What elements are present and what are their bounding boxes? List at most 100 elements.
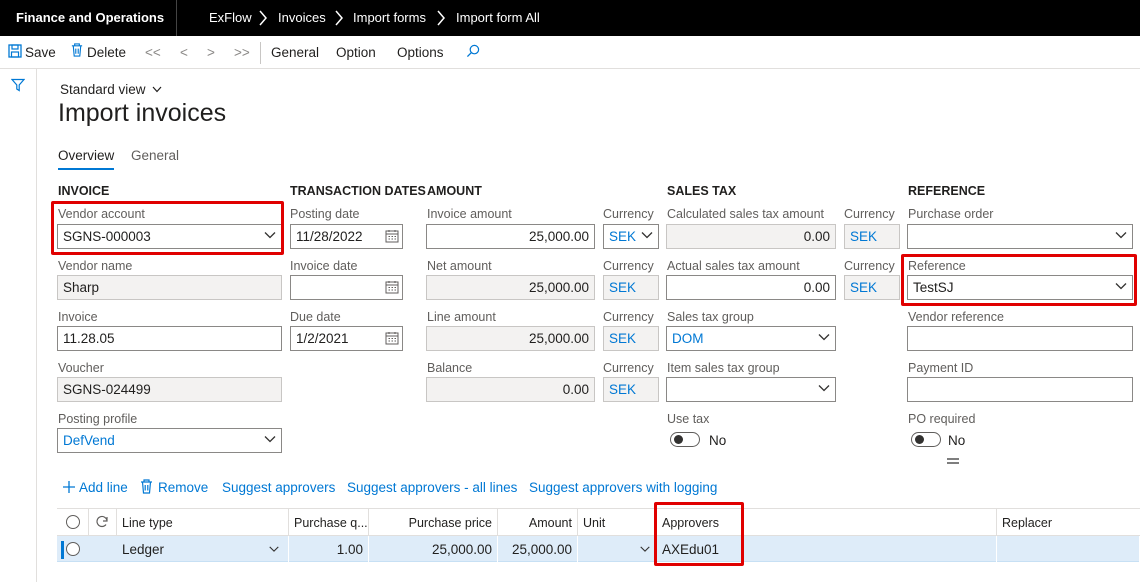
currency-field[interactable]: SEK [603, 224, 659, 249]
chevron-down-icon[interactable] [640, 228, 654, 242]
select-all-radio[interactable] [66, 515, 80, 529]
net-amount-label: Net amount [427, 259, 492, 273]
payment-id-field[interactable] [907, 377, 1133, 402]
tab-overview[interactable]: Overview [58, 148, 114, 163]
purchase-order-label: Purchase order [908, 207, 994, 221]
currency-label: Currency [844, 259, 895, 273]
delete-icon[interactable] [140, 479, 153, 494]
grid-header-line-type[interactable]: Line type [117, 509, 289, 536]
grid-header-purchase-price[interactable]: Purchase price [369, 509, 498, 536]
view-selector[interactable]: Standard view [60, 82, 162, 97]
currency-field: SEK [844, 224, 900, 249]
currency-field: SEK [844, 275, 900, 300]
purchase-price-cell[interactable]: 25,000.00 [369, 536, 498, 562]
posting-profile-label: Posting profile [58, 412, 138, 426]
topbar-divider [176, 0, 177, 36]
use-tax-toggle[interactable] [670, 432, 700, 447]
sales-tax-group-field[interactable]: DOM [666, 326, 836, 351]
vendor-name-field: Sharp [57, 275, 282, 300]
grid-header-replacer[interactable]: Replacer [997, 509, 1140, 536]
calendar-icon[interactable] [385, 280, 399, 294]
filter-icon[interactable] [11, 78, 25, 92]
grid-header-unit[interactable]: Unit [578, 509, 657, 536]
suggest-approvers-button[interactable]: Suggest approvers [222, 480, 335, 495]
currency-field: SEK [603, 326, 659, 351]
chevron-down-icon[interactable] [263, 432, 277, 446]
invoice-lines-grid: Line type Purchase q... Purchase price A… [57, 508, 1140, 582]
posting-date-label: Posting date [290, 207, 360, 221]
calculated-sales-tax-field: 0.00 [666, 224, 836, 249]
chevron-right-icon [259, 10, 267, 26]
next-record-button[interactable]: > [207, 45, 215, 60]
top-nav-bar: Finance and Operations ExFlow Invoices I… [0, 0, 1140, 36]
replacer-cell[interactable] [997, 536, 1140, 562]
section-invoice: INVOICE [58, 184, 110, 198]
purchase-qty-cell[interactable]: 1.00 [289, 536, 369, 562]
breadcrumb-exflow[interactable]: ExFlow [209, 10, 252, 25]
grid-header-select[interactable] [57, 509, 89, 536]
invoice-number-field[interactable]: 11.28.05 [57, 326, 282, 351]
voucher-label: Voucher [58, 361, 104, 375]
invoice-amount-field[interactable]: 25,000.00 [426, 224, 595, 249]
invoice-label: Invoice [58, 310, 98, 324]
use-tax-value: No [709, 433, 727, 448]
chevron-down-icon[interactable] [268, 543, 280, 555]
grid-header-refresh[interactable] [89, 509, 117, 536]
line-type-cell[interactable]: Ledger [117, 536, 289, 562]
option-menu[interactable]: Option [336, 45, 376, 60]
toggle-knob [915, 435, 924, 444]
breadcrumb-import-form-all[interactable]: Import form All [456, 10, 540, 25]
calendar-icon[interactable] [385, 229, 399, 243]
general-menu[interactable]: General [271, 45, 319, 60]
calendar-icon[interactable] [385, 331, 399, 345]
tab-active-indicator [58, 168, 114, 170]
currency-value: SEK [609, 229, 637, 244]
grid-header-purchase-qty[interactable]: Purchase q... [289, 509, 369, 536]
po-required-toggle[interactable] [911, 432, 941, 447]
remove-line-button[interactable]: Remove [158, 480, 208, 495]
breadcrumb-import-forms[interactable]: Import forms [353, 10, 426, 25]
last-record-button[interactable]: >> [234, 45, 250, 60]
posting-date-value: 11/28/2022 [296, 229, 363, 244]
chevron-down-icon[interactable] [817, 381, 831, 395]
item-sales-tax-group-label: Item sales tax group [667, 361, 780, 375]
suggest-approvers-all-lines-button[interactable]: Suggest approvers - all lines [347, 480, 517, 495]
breadcrumb-invoices[interactable]: Invoices [278, 10, 326, 25]
grid-header-amount[interactable]: Amount [498, 509, 578, 536]
add-icon[interactable] [62, 480, 76, 494]
previous-record-button[interactable]: < [180, 45, 188, 60]
line-amount-label: Line amount [427, 310, 496, 324]
add-line-button[interactable]: Add line [79, 480, 128, 495]
chevron-down-icon[interactable] [817, 330, 831, 344]
balance-label: Balance [427, 361, 473, 375]
invoice-date-label: Invoice date [290, 259, 358, 273]
due-date-field[interactable]: 1/2/2021 [290, 326, 403, 351]
chevron-down-icon[interactable] [1114, 228, 1128, 242]
chevron-down-icon[interactable] [639, 543, 651, 555]
delete-button[interactable]: Delete [87, 45, 126, 60]
po-required-value: No [948, 433, 966, 448]
refresh-icon[interactable] [95, 515, 109, 529]
suggest-approvers-logging-button[interactable]: Suggest approvers with logging [529, 480, 717, 495]
posting-profile-field[interactable]: DefVend [57, 428, 282, 453]
search-icon[interactable] [466, 44, 480, 58]
save-button[interactable]: Save [25, 45, 56, 60]
row-select-radio[interactable] [66, 542, 80, 556]
currency-label: Currency [603, 310, 654, 324]
save-icon[interactable] [8, 44, 22, 58]
app-title[interactable]: Finance and Operations [16, 10, 164, 25]
splitter-handle-icon[interactable] [946, 457, 960, 465]
unit-cell[interactable] [578, 536, 657, 562]
invoice-date-field[interactable] [290, 275, 403, 300]
options-menu[interactable]: Options [397, 45, 444, 60]
actual-sales-tax-field[interactable]: 0.00 [666, 275, 836, 300]
posting-date-field[interactable]: 11/28/2022 [290, 224, 403, 249]
item-sales-tax-group-field[interactable] [666, 377, 836, 402]
vendor-reference-field[interactable] [907, 326, 1133, 351]
tab-general[interactable]: General [131, 148, 179, 163]
balance-field: 0.00 [426, 377, 595, 402]
first-record-button[interactable]: << [145, 45, 161, 60]
delete-icon[interactable] [70, 43, 84, 57]
action-pane: Save Delete << < > >> General Option Opt… [0, 36, 1140, 69]
purchase-order-field[interactable] [907, 224, 1133, 249]
